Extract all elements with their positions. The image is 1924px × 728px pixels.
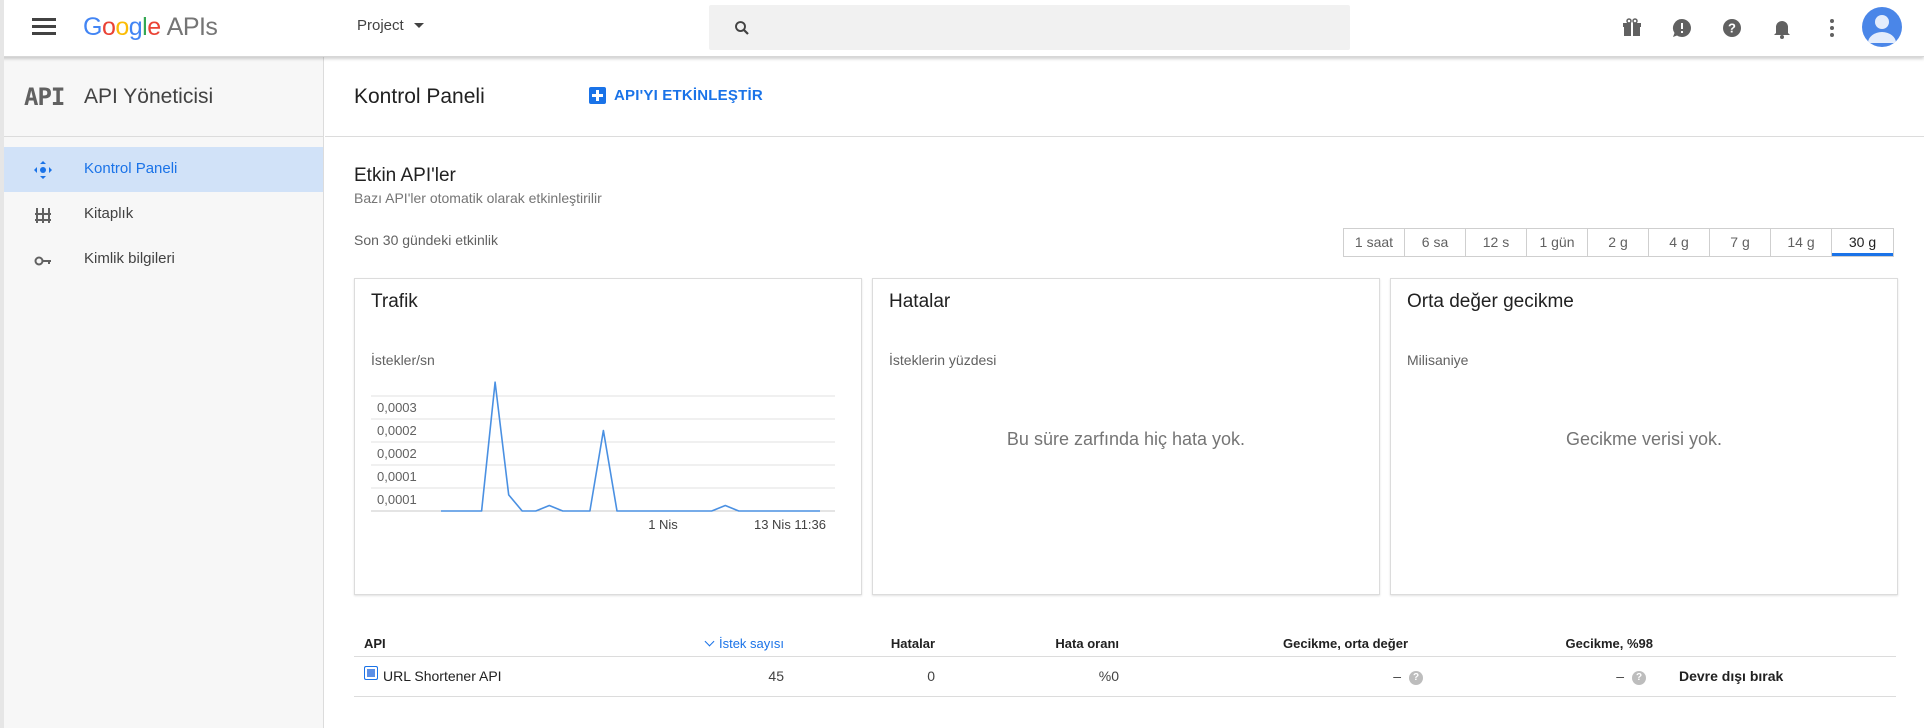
y-tick-label: 0,0003 xyxy=(377,400,417,415)
section-subtitle: Bazı API'ler otomatik olarak etkinleştir… xyxy=(354,190,602,206)
sidebar-item-library[interactable]: Kitaplık xyxy=(0,192,323,237)
range-button[interactable]: 2 g xyxy=(1588,229,1649,256)
api-logo-icon: API xyxy=(24,83,65,111)
y-tick-label: 0,0002 xyxy=(377,446,417,461)
logo-suffix: APIs xyxy=(166,13,218,41)
column-header-requests[interactable]: İstek sayısı xyxy=(704,636,784,651)
window-left-edge xyxy=(0,0,4,728)
column-header-label: İstek sayısı xyxy=(718,636,784,651)
empty-state-message: Bu süre zarfında hiç hata yok. xyxy=(1006,429,1246,449)
logo-letter: e xyxy=(147,13,161,41)
card-unit: Milisaniye xyxy=(1407,352,1469,368)
help-circle-icon[interactable]: ? xyxy=(1409,671,1423,685)
sidebar-item-credentials[interactable]: Kimlik bilgileri xyxy=(0,237,323,282)
logo-letter: g xyxy=(128,13,143,41)
avatar[interactable] xyxy=(1862,7,1902,47)
y-tick-label: 0,0001 xyxy=(377,492,417,507)
enable-api-label: API'YI ETKİNLEŞTİR xyxy=(614,87,763,104)
library-icon xyxy=(35,208,51,223)
latency-median-value: – xyxy=(1393,668,1401,684)
y-tick-label: 0,0002 xyxy=(377,423,417,438)
sidebar-item-label: Kimlik bilgileri xyxy=(84,250,175,267)
errors-value: 0 xyxy=(927,668,935,684)
traffic-series-line xyxy=(441,381,820,512)
range-button[interactable]: 6 sa xyxy=(1405,229,1466,256)
requests-value: 45 xyxy=(768,668,784,684)
google-apis-logo[interactable]: Google APIs xyxy=(83,13,218,42)
project-selector[interactable]: Project xyxy=(357,17,424,34)
notifications-icon[interactable] xyxy=(1770,16,1794,40)
activity-label: Son 30 gündeki etkinlik xyxy=(354,232,498,248)
card-unit: İsteklerin yüzdesi xyxy=(889,352,997,368)
column-header-errors[interactable]: Hatalar xyxy=(891,636,935,651)
range-button[interactable]: 4 g xyxy=(1649,229,1710,256)
search-bar[interactable] xyxy=(709,5,1350,50)
api-name-link[interactable]: URL Shortener API xyxy=(383,668,502,684)
logo-letter: o xyxy=(101,13,116,41)
search-icon[interactable] xyxy=(733,19,751,37)
enable-api-button[interactable]: API'YI ETKİNLEŞTİR xyxy=(589,87,763,104)
latency-98-cell: –? xyxy=(1616,668,1646,685)
traffic-card: Trafik İstekler/sn 0,0003 0,0002 0,0002 0,0… xyxy=(354,278,862,595)
svg-text:?: ? xyxy=(1728,21,1736,36)
traffic-chart: 0,0003 0,0002 0,0002 0,0001 0,0001 1 Nis 13 Ni… xyxy=(371,381,835,532)
table-row: URL Shortener API 45 0 %0 –? –? Devre dı… xyxy=(354,657,1896,697)
range-button[interactable]: 1 gün xyxy=(1527,229,1588,256)
dropdown-caret-icon xyxy=(413,23,424,28)
search-input[interactable] xyxy=(765,5,1335,50)
add-box-icon xyxy=(589,87,606,104)
disable-api-button[interactable]: Devre dışı bırak xyxy=(1679,668,1783,684)
feedback-icon[interactable] xyxy=(1670,16,1694,40)
error-rate-value: %0 xyxy=(1098,668,1119,684)
range-button[interactable]: 1 saat xyxy=(1344,229,1405,256)
card-title: Orta değer gecikme xyxy=(1407,291,1574,312)
sidebar-item-label: Kontrol Paneli xyxy=(84,160,178,177)
empty-state-message: Gecikme verisi yok. xyxy=(1565,429,1723,449)
more-vert-icon[interactable] xyxy=(1820,16,1844,40)
latency-card: Orta değer gecikme Milisaniye Gecikme ve… xyxy=(1390,278,1898,595)
sidebar: API API Yöneticisi Kontrol Paneli Kitapl… xyxy=(0,57,324,728)
page-title: Kontrol Paneli xyxy=(354,85,485,108)
range-button[interactable]: 7 g xyxy=(1710,229,1771,256)
column-header-error-rate[interactable]: Hata oranı xyxy=(1055,636,1119,651)
latency-98-value: – xyxy=(1616,668,1624,684)
top-app-bar: Google APIs Project ? xyxy=(0,0,1924,57)
column-header-latency-98[interactable]: Gecikme, %98 xyxy=(1566,636,1653,651)
x-tick-label: 1 Nis xyxy=(648,517,678,532)
latency-median-cell: –? xyxy=(1393,668,1423,685)
gift-icon[interactable] xyxy=(1620,16,1644,40)
range-button[interactable]: 12 s xyxy=(1466,229,1527,256)
project-label: Project xyxy=(357,17,404,34)
x-tick-label: 13 Nis 11:36 xyxy=(754,517,826,532)
y-tick-label: 0,0001 xyxy=(377,469,417,484)
hamburger-menu-icon[interactable] xyxy=(28,14,60,42)
help-circle-icon[interactable]: ? xyxy=(1632,671,1646,685)
key-icon xyxy=(34,256,51,266)
card-title: Hatalar xyxy=(889,291,951,312)
api-icon xyxy=(364,666,378,680)
range-button[interactable]: 14 g xyxy=(1771,229,1832,256)
main-content: Kontrol Paneli API'YI ETKİNLEŞTİR Etkin … xyxy=(325,57,1924,728)
column-header-api[interactable]: API xyxy=(364,636,386,651)
sort-descending-icon xyxy=(704,636,715,647)
dashboard-icon xyxy=(34,161,52,179)
table-header: API İstek sayısı Hatalar Hata oranı Geci… xyxy=(354,630,1896,657)
errors-card: Hatalar İsteklerin yüzdesi Bu süre zarfı… xyxy=(872,278,1380,595)
main-header: Kontrol Paneli API'YI ETKİNLEŞTİR xyxy=(325,57,1924,137)
sidebar-nav: Kontrol Paneli Kitaplık Kimlik bilgileri xyxy=(0,147,323,282)
range-button-selected[interactable]: 30 g xyxy=(1832,229,1893,256)
logo-letter: G xyxy=(83,13,102,41)
sidebar-item-label: Kitaplık xyxy=(84,205,134,222)
section-title: Etkin API'ler xyxy=(354,165,456,186)
logo-letter: o xyxy=(115,13,129,41)
sidebar-item-dashboard[interactable]: Kontrol Paneli xyxy=(0,147,323,192)
sidebar-header: API API Yöneticisi xyxy=(0,57,323,137)
time-range-selector: 1 saat 6 sa 12 s 1 gün 2 g 4 g 7 g 14 g … xyxy=(1343,228,1894,257)
column-header-latency-median[interactable]: Gecikme, orta değer xyxy=(1283,636,1408,651)
help-icon[interactable]: ? xyxy=(1720,16,1744,40)
account-icon xyxy=(1868,15,1896,43)
sidebar-title: API Yöneticisi xyxy=(84,85,214,108)
api-table: API İstek sayısı Hatalar Hata oranı Geci… xyxy=(354,630,1896,697)
